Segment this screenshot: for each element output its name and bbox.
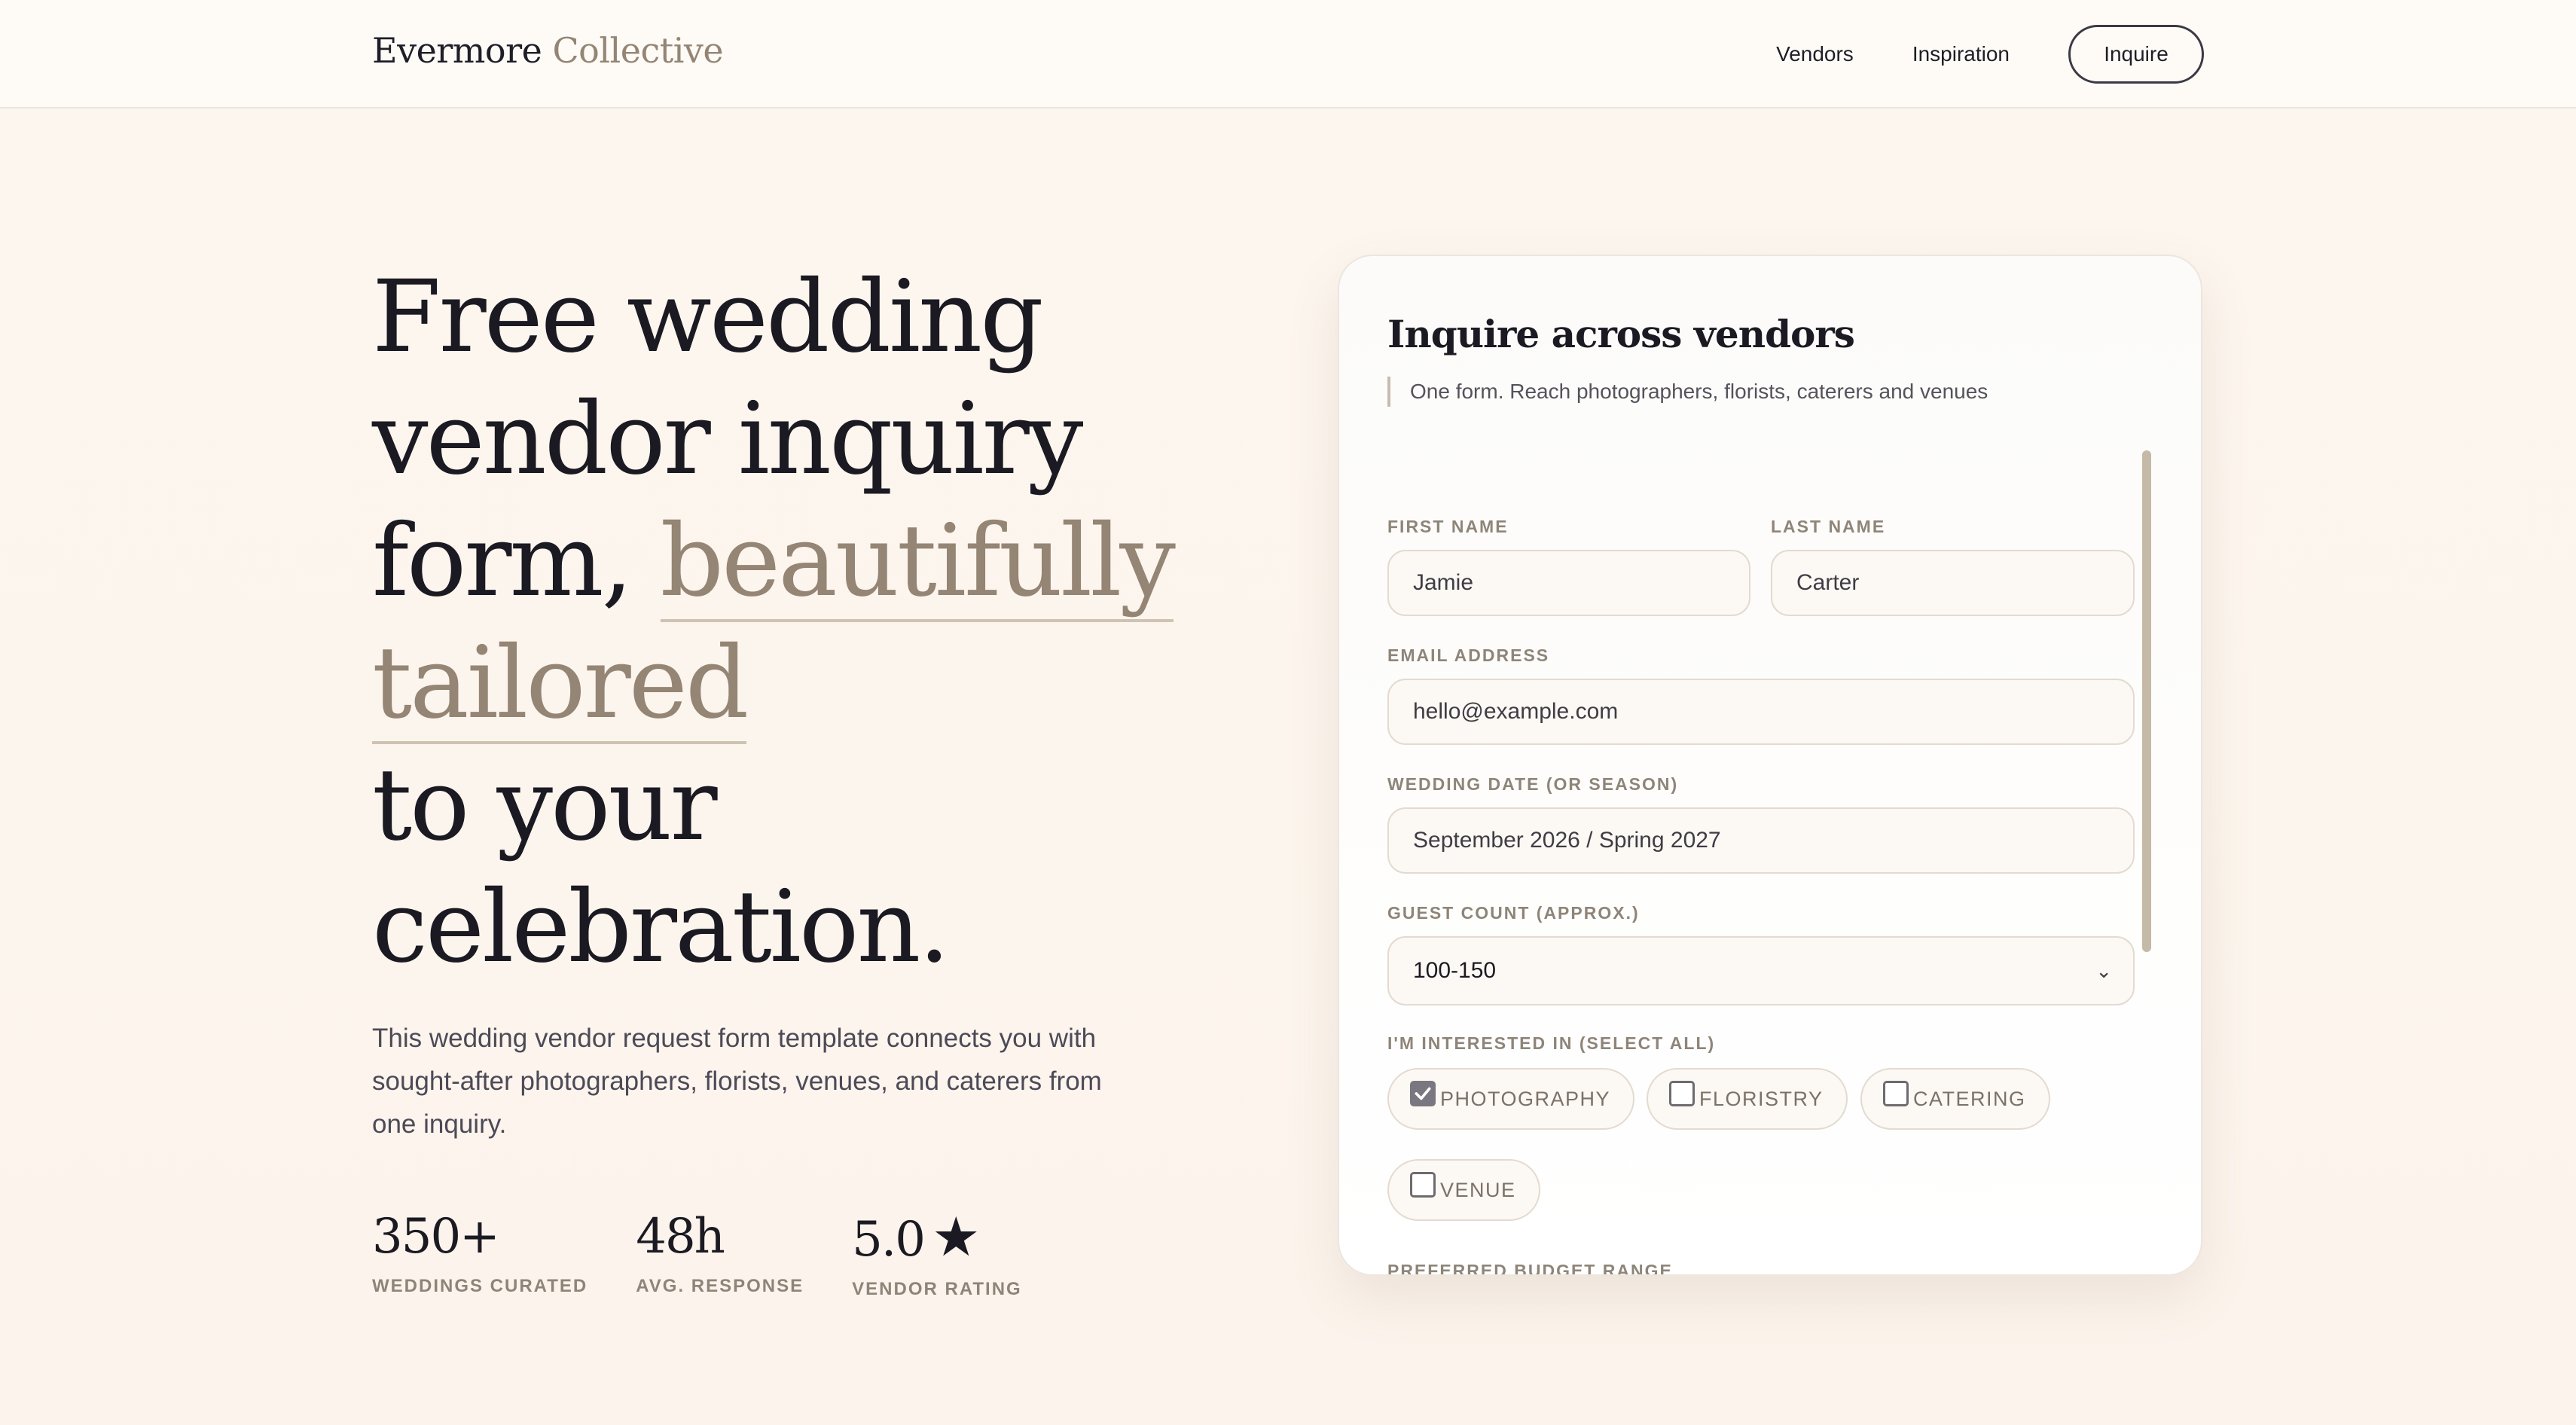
checkbox-checked-icon[interactable] xyxy=(1410,1081,1436,1106)
nav-link-inspiration[interactable]: Inspiration xyxy=(1912,42,2010,66)
brand-name: Evermore xyxy=(372,30,542,71)
inquiry-form-card: Inquire across vendors One form. Reach p… xyxy=(1338,255,2202,1276)
hero-title-line: to your xyxy=(372,747,718,863)
stat-label: Weddings curated xyxy=(372,1276,588,1296)
guest-count-value: 100-150 xyxy=(1413,958,1497,983)
email-label: Email address xyxy=(1387,645,1550,665)
last-name-label: Last name xyxy=(1771,517,1886,536)
hero-title: Free wedding vendor inquiry form, beauti… xyxy=(372,256,1201,988)
stat-label: Vendor rating xyxy=(852,1279,1022,1299)
interest-chip-venue[interactable]: Venue xyxy=(1387,1159,1540,1221)
interest-chip-catering[interactable]: Catering xyxy=(1860,1068,2050,1130)
interest-chip-label: Catering xyxy=(1913,1087,2026,1110)
hero-title-line: form, beautifully xyxy=(372,500,1201,622)
stat-value: 350+ xyxy=(372,1209,500,1265)
interest-chip-floristry[interactable]: Floristry xyxy=(1647,1068,1848,1130)
interest-chip-label: Floristry xyxy=(1699,1087,1824,1110)
checkbox-icon[interactable] xyxy=(1410,1172,1436,1198)
inquire-button[interactable]: Inquire xyxy=(2068,25,2204,84)
form-subtitle: One form. Reach photographers, florists,… xyxy=(1387,377,1988,407)
hero-title-highlight: tailored xyxy=(372,625,749,744)
star-icon: ★ xyxy=(931,1205,981,1268)
guest-count-label: Guest count (approx.) xyxy=(1387,903,1640,923)
budget-label: Preferred budget range xyxy=(1387,1261,1673,1276)
stat-value: 5.0 xyxy=(852,1212,926,1268)
form-scroll-area[interactable]: First name Jamie Last name Carter Email … xyxy=(1387,444,2148,1276)
stat-value-wrap: 5.0 ★ xyxy=(852,1205,1022,1271)
stat-rating: 5.0 ★ Vendor rating xyxy=(852,1205,1022,1300)
interest-chip-photography[interactable]: Photography xyxy=(1387,1068,1635,1130)
form-scrollbar[interactable] xyxy=(2142,450,2151,952)
nav-link-vendors[interactable]: Vendors xyxy=(1776,42,1854,66)
interests-label: I'm interested in (select all) xyxy=(1387,1033,1716,1053)
last-name-input[interactable]: Carter xyxy=(1771,550,2135,616)
stat-label: Avg. response xyxy=(636,1276,804,1296)
brand-accent: Collective xyxy=(552,30,724,71)
guest-count-select[interactable]: 100-150 ⌄ xyxy=(1387,936,2135,1005)
checkbox-icon[interactable] xyxy=(1669,1081,1695,1106)
interest-chip-label: Photography xyxy=(1440,1087,1611,1110)
hero-title-line: Free wedding xyxy=(372,259,1044,375)
interest-chip-label: Venue xyxy=(1440,1178,1516,1201)
hero-title-line: tailored xyxy=(372,622,1201,744)
checkbox-icon[interactable] xyxy=(1883,1081,1909,1106)
wedding-date-input[interactable]: September 2026 / Spring 2027 xyxy=(1387,807,2135,874)
hero-title-text: form, xyxy=(372,503,661,619)
hero-title-highlight: beautifully xyxy=(660,503,1176,622)
form-title: Inquire across vendors xyxy=(1387,312,1855,356)
wedding-date-label: Wedding date (or season) xyxy=(1387,774,1679,794)
email-input[interactable]: hello@example.com xyxy=(1387,679,2135,745)
stat-response: 48h Avg. response xyxy=(636,1205,804,1300)
hero-title-line: celebration. xyxy=(372,869,950,985)
hero-title-line: vendor inquiry xyxy=(372,381,1083,497)
first-name-input[interactable]: Jamie xyxy=(1387,550,1750,616)
site-header: Evermore Collective Vendors Inspiration … xyxy=(0,0,2576,108)
stats-row: 350+ Weddings curated 48h Avg. response … xyxy=(372,1205,1022,1300)
stat-value: 48h xyxy=(636,1209,725,1265)
first-name-label: First name xyxy=(1387,517,1509,536)
hero-subtitle: This wedding vendor request form templat… xyxy=(372,1024,1102,1139)
brand-logo[interactable]: Evermore Collective xyxy=(372,30,724,71)
chevron-down-icon: ⌄ xyxy=(2095,959,2112,982)
stat-weddings: 350+ Weddings curated xyxy=(372,1205,588,1300)
main-nav: Vendors Inspiration Inquire xyxy=(1776,25,2204,84)
